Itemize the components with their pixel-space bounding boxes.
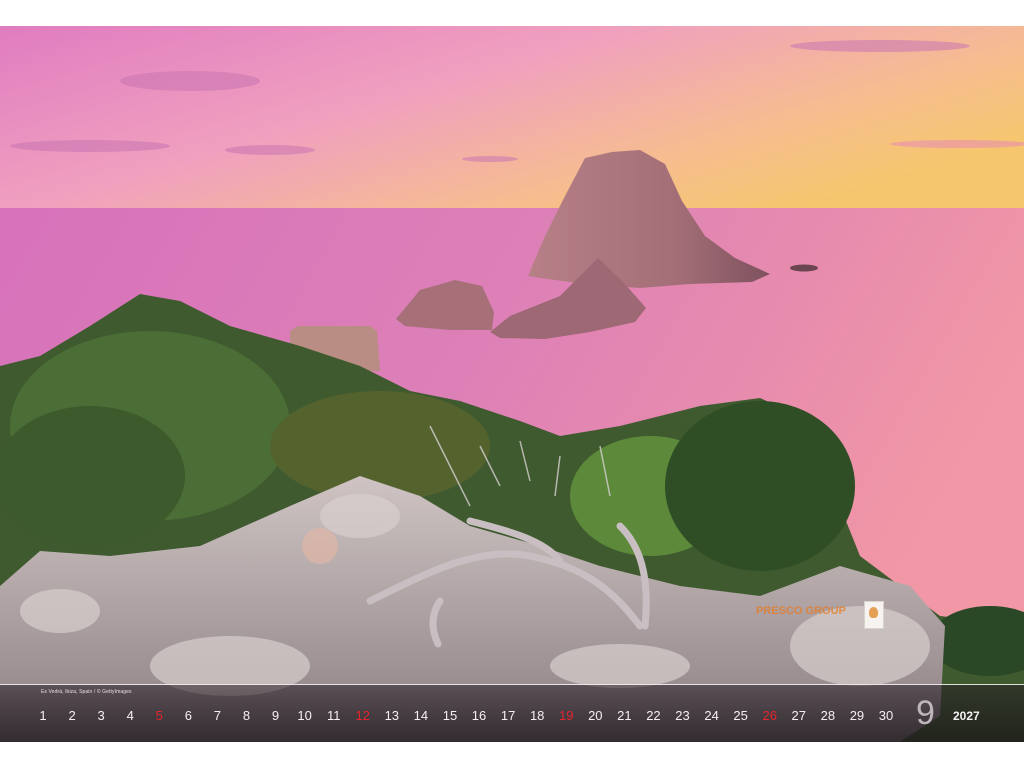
calendar-day: 27 bbox=[791, 708, 807, 723]
logo-text: PRESCO GROUP bbox=[756, 605, 846, 617]
calendar-day: 26 bbox=[762, 708, 777, 723]
calendar-photo bbox=[0, 26, 1024, 742]
calendar-day: 13 bbox=[384, 708, 400, 723]
calendar-day: 22 bbox=[646, 708, 661, 723]
calendar-day: 15 bbox=[442, 708, 458, 723]
band-divider bbox=[0, 684, 1024, 685]
calendar-day: 20 bbox=[588, 708, 603, 723]
calendar-day: 7 bbox=[213, 708, 222, 723]
landscape-illustration bbox=[0, 26, 1024, 742]
calendar-day: 5 bbox=[155, 708, 163, 723]
calendar-day: 18 bbox=[529, 708, 545, 723]
calendar-day: 25 bbox=[733, 708, 748, 723]
calendar-day: 9 bbox=[271, 708, 280, 723]
calendar-day: 19 bbox=[559, 708, 574, 723]
calendar-day: 11 bbox=[326, 708, 341, 723]
photo-credit: Es Vedrà, Ibiza, Spain / © GettyImages bbox=[41, 689, 132, 695]
calendar-day: 14 bbox=[413, 708, 429, 723]
calendar-day: 21 bbox=[617, 708, 632, 723]
calendar-day: 30 bbox=[878, 708, 894, 723]
calendar-day: 2 bbox=[68, 708, 76, 723]
year-label: 2027 bbox=[953, 709, 980, 723]
logo-mark-icon bbox=[864, 601, 884, 629]
sky bbox=[0, 26, 1024, 212]
calendar-day: 29 bbox=[849, 708, 865, 723]
month-number: 9 bbox=[916, 694, 935, 732]
calendar-day: 3 bbox=[97, 708, 105, 723]
calendar-day: 28 bbox=[820, 708, 836, 723]
calendar-day: 23 bbox=[675, 708, 690, 723]
calendar-day: 12 bbox=[355, 708, 370, 723]
distant-islet bbox=[790, 264, 818, 272]
calendar-day: 6 bbox=[184, 708, 192, 723]
calendar-day: 4 bbox=[126, 708, 134, 723]
calendar-days: 1 2 3 4 5 6 7 8 9 10 11 12 13 14 15 16 17 18 19 20 21 22 23 24 2… bbox=[0, 700, 1024, 734]
calendar-day: 1 bbox=[39, 708, 47, 723]
calendar-day: 10 bbox=[297, 708, 312, 723]
calendar-day: 8 bbox=[242, 708, 251, 723]
calendar-day: 24 bbox=[704, 708, 719, 723]
calendar-day: 16 bbox=[471, 708, 487, 723]
calendar-day: 17 bbox=[500, 708, 516, 723]
